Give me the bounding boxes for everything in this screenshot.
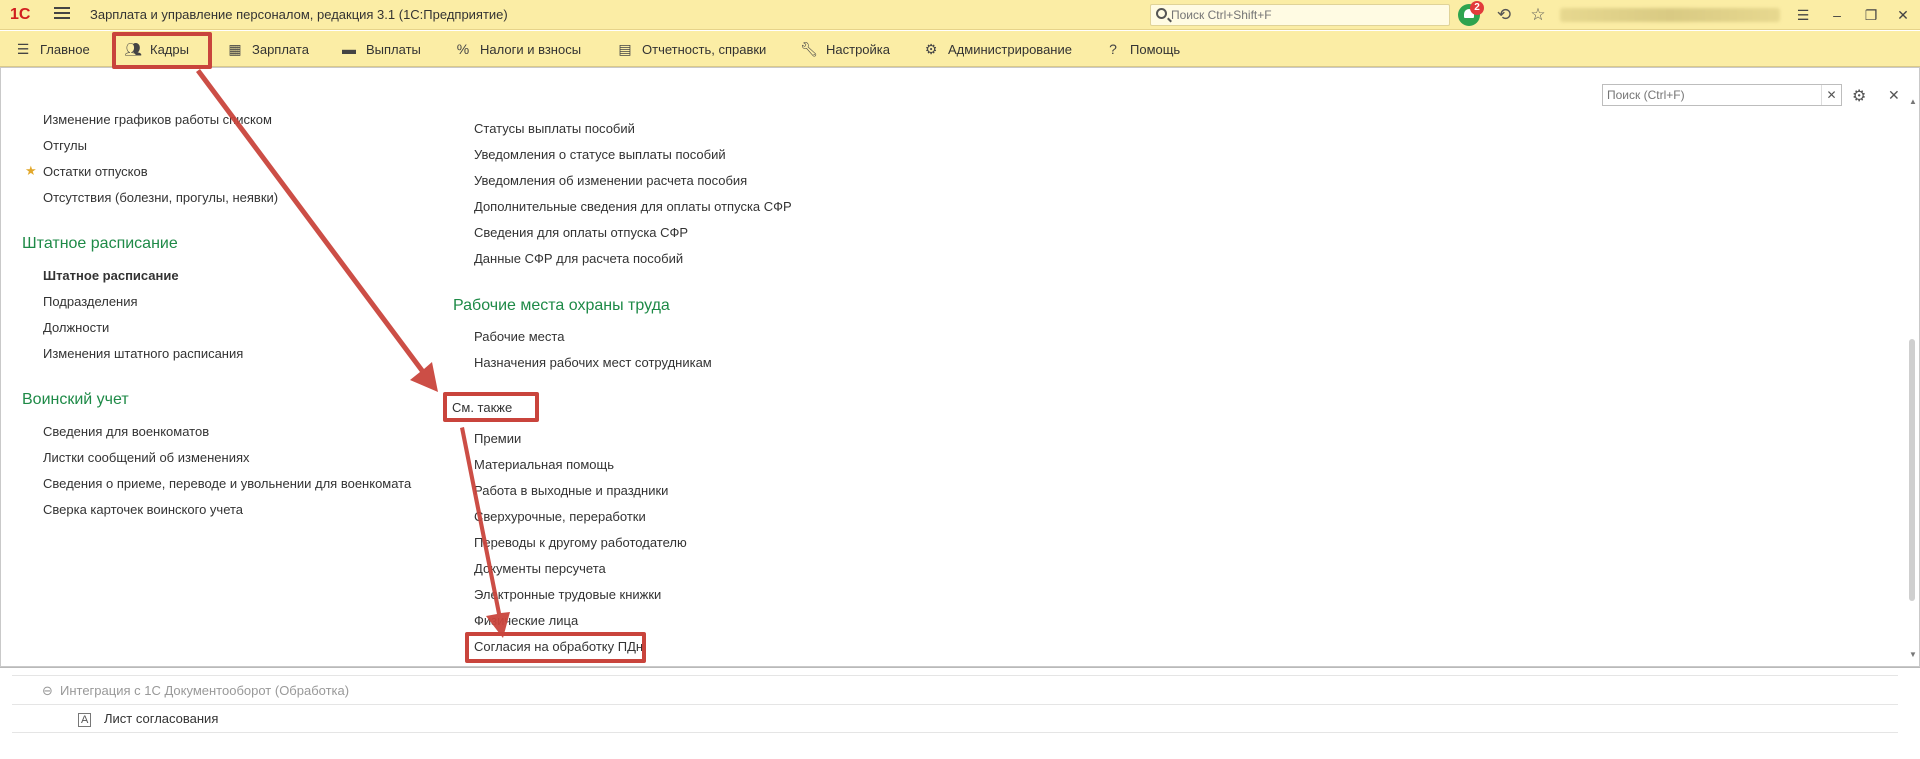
link-workplaces[interactable]: Рабочие места — [474, 329, 564, 344]
section-title-military: Воинский учет — [22, 391, 129, 408]
menu-item-help[interactable]: ? Помощь — [1104, 31, 1180, 67]
people-icon: 👥︎ — [124, 41, 142, 57]
minimize-icon[interactable]: – — [1826, 5, 1848, 25]
link-sfr-vacation-info[interactable]: Сведения для оплаты отпуска СФР — [474, 225, 688, 240]
link-schedule-changes-list[interactable]: Изменение графиков работы списком — [43, 112, 272, 127]
scroll-down-icon[interactable]: ▼ — [1909, 650, 1917, 659]
section-menu-bar: ☰ Главное 👥︎ Кадры ▦ Зарплата ▬ Выплаты % Нал… — [0, 31, 1920, 67]
global-search-input[interactable] — [1171, 7, 1441, 23]
list-item[interactable]: A Лист согласования — [12, 705, 1898, 733]
1c-logo: 1С — [10, 6, 31, 23]
see-also-label: См. также — [452, 400, 513, 415]
hr-section-panel — [0, 67, 1920, 667]
notification-count-badge: 2 — [1470, 1, 1484, 15]
link-personal-records-docs[interactable]: Документы персучета — [474, 561, 606, 576]
question-icon: ? — [1109, 41, 1117, 57]
menu-item-taxes[interactable]: % Налоги и взносы — [454, 31, 581, 67]
link-weekend-work[interactable]: Работа в выходные и праздники — [474, 483, 668, 498]
menu-item-salary[interactable]: ▦ Зарплата — [226, 31, 309, 67]
scroll-up-icon[interactable]: ▲ — [1909, 97, 1917, 106]
menu-item-reports[interactable]: ▤ Отчетность, справки — [616, 31, 766, 67]
collapse-icon[interactable]: ⊖ — [42, 683, 53, 699]
restore-icon[interactable]: ❐ — [1860, 5, 1882, 25]
link-staffing[interactable]: Штатное расписание — [43, 268, 179, 283]
close-icon[interactable]: ✕ — [1892, 5, 1914, 25]
reports-icon: ▤ — [618, 41, 632, 57]
wrench-icon: 🔧︎ — [800, 41, 818, 57]
link-sfr-benefit-data[interactable]: Данные СФР для расчета пособий — [474, 251, 683, 266]
hamburger-icon: ☰ — [16, 41, 30, 57]
link-benefit-payment-statuses[interactable]: Статусы выплаты пособий — [474, 121, 635, 136]
link-individuals[interactable]: Физические лица — [474, 613, 578, 628]
link-electronic-work-books[interactable]: Электронные трудовые книжки — [474, 587, 661, 602]
calculator-icon: ▦ — [228, 41, 242, 57]
link-overtime[interactable]: Сверхурочные, переработки — [474, 509, 646, 524]
link-change-notices[interactable]: Листки сообщений об изменениях — [43, 450, 250, 465]
menu-item-main[interactable]: ☰ Главное — [14, 31, 90, 67]
list-item-label: Интеграция с 1С Документооборот (Обработ… — [60, 683, 350, 698]
app-title: Зарплата и управление персоналом, редакц… — [90, 7, 508, 22]
link-vacation-balances[interactable]: Остатки отпусков — [43, 164, 148, 179]
list-item-label: Лист согласования — [104, 711, 219, 726]
link-hire-transfer-info[interactable]: Сведения о приеме, переводе и увольнении… — [43, 476, 411, 491]
link-bonuses[interactable]: Премии — [474, 431, 521, 446]
wallet-icon: ▬ — [342, 41, 356, 57]
percent-icon: % — [456, 41, 470, 57]
panel-bottom-border — [0, 667, 1920, 668]
clear-search-icon[interactable]: ✕ — [1821, 85, 1841, 105]
link-benefit-status-notices[interactable]: Уведомления о статусе выплаты пособий — [474, 147, 726, 162]
panel-search-input[interactable] — [1607, 87, 1807, 103]
link-military-info[interactable]: Сведения для военкоматов — [43, 424, 209, 439]
document-icon: A — [78, 713, 92, 727]
menu-item-admin[interactable]: ⚙ Администрирование — [922, 31, 1072, 67]
panel-settings-icon[interactable]: ⚙ — [1852, 86, 1866, 106]
link-workplace-assignments[interactable]: Назначения рабочих мест сотрудникам — [474, 355, 712, 370]
scroll-thumb[interactable] — [1909, 339, 1915, 601]
link-additional-sfr-vacation-info[interactable]: Дополнительные сведения для оплаты отпус… — [474, 199, 792, 214]
link-military-cards-check[interactable]: Сверка карточек воинского учета — [43, 502, 243, 517]
panel-close-icon[interactable]: ✕ — [1888, 87, 1900, 104]
panel-search[interactable]: ✕ — [1602, 84, 1842, 106]
favorite-star-icon[interactable]: ★ — [25, 163, 37, 179]
section-title-staffing: Штатное расписание — [22, 235, 178, 252]
user-name-blurred[interactable] — [1560, 8, 1780, 22]
link-staffing-changes[interactable]: Изменения штатного расписания — [43, 346, 243, 361]
gear-icon: ⚙ — [924, 41, 938, 57]
link-absences[interactable]: Отсутствия (болезни, прогулы, неявки) — [43, 190, 278, 205]
title-bar: 1С Зарплата и управление персоналом, ред… — [0, 0, 1920, 30]
link-pd-processing-consents[interactable]: Согласия на обработку ПДн — [474, 639, 643, 654]
link-departments[interactable]: Подразделения — [43, 294, 138, 309]
list-item[interactable]: ⊖ Интеграция с 1С Документооборот (Обраб… — [12, 677, 1898, 705]
menu-item-payments[interactable]: ▬ Выплаты — [340, 31, 421, 67]
link-benefit-calc-notices[interactable]: Уведомления об изменении расчета пособия — [474, 173, 747, 188]
list-divider — [12, 675, 1898, 676]
link-material-aid[interactable]: Материальная помощь — [474, 457, 614, 472]
link-transfers-to-employer[interactable]: Переводы к другому работодателю — [474, 535, 687, 550]
menu-item-hr[interactable]: 👥︎ Кадры — [124, 31, 189, 67]
link-time-off[interactable]: Отгулы — [43, 138, 87, 153]
menu-item-settings[interactable]: 🔧︎ Настройка — [800, 31, 890, 67]
main-menu-icon[interactable] — [54, 7, 70, 21]
panel-scrollbar[interactable]: ▲ ▼ — [1906, 97, 1918, 662]
section-title-safety: Рабочие места охраны труда — [453, 297, 670, 314]
favorites-icon[interactable]: ☆ — [1528, 5, 1548, 25]
background-list: ⊖ Интеграция с 1С Документооборот (Обраб… — [12, 667, 1898, 759]
link-positions[interactable]: Должности — [43, 320, 109, 335]
settings-menu-icon[interactable]: ☰ — [1792, 5, 1814, 25]
search-icon — [1156, 8, 1167, 19]
history-icon[interactable]: ⟲ — [1494, 5, 1514, 25]
global-search[interactable] — [1150, 4, 1450, 26]
